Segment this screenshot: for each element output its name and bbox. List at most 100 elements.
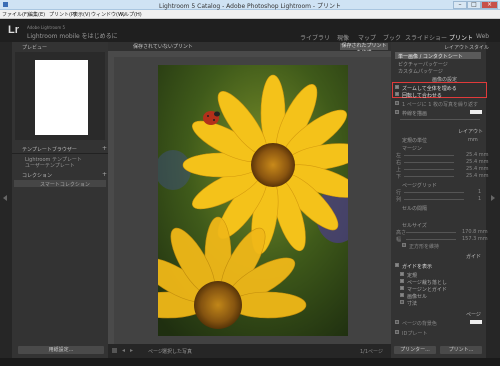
repeat-label: 1 ページに 1 枚の写真を繰り返す <box>402 102 479 108</box>
layout-header[interactable]: レイアウト <box>458 128 483 135</box>
guide-dimensions-checkbox[interactable] <box>400 300 404 304</box>
margin-top-value[interactable]: 25.4 mm <box>466 166 488 172</box>
cell-size-label: セルサイズ <box>402 223 427 229</box>
template-browser-header[interactable]: テンプレートブラウザー <box>22 146 77 153</box>
show-guides-checkbox[interactable] <box>395 263 399 267</box>
margin-right-value[interactable]: 25.4 mm <box>466 159 488 165</box>
keep-square-label: 正方形を維持 <box>409 244 440 250</box>
module-web[interactable]: Web <box>476 33 489 40</box>
repeat-checkbox[interactable] <box>395 101 399 105</box>
identity-plate-checkbox[interactable] <box>395 330 399 334</box>
stop-icon[interactable] <box>112 348 117 353</box>
print-button[interactable]: プリント... <box>440 346 482 354</box>
zoom-fill-label: ズームして全体を埋める <box>402 86 457 92</box>
identity-plate-label: IDプレート <box>402 331 428 337</box>
cell-height-slider[interactable] <box>406 232 456 233</box>
keep-square-checkbox[interactable] <box>402 243 406 247</box>
layout-style-custom-package[interactable]: カスタムパッケージ <box>398 68 443 75</box>
margin-left-value[interactable]: 25.4 mm <box>466 152 488 158</box>
minimize-icon[interactable]: – <box>453 1 467 9</box>
module-develop[interactable]: 現像 <box>337 33 349 42</box>
cell-spacing-label: セルの間隔 <box>402 206 428 212</box>
margin-bottom-value[interactable]: 25.4 mm <box>466 173 488 179</box>
user-templates-folder[interactable]: ユーザーテンプレート <box>25 162 75 169</box>
stroke-border-checkbox[interactable] <box>395 110 399 114</box>
create-saved-print-button[interactable]: 保存されたプリントを作成 <box>340 43 388 56</box>
page-bg-swatch[interactable] <box>470 320 482 324</box>
show-guides-label: ガイドを表示 <box>402 264 433 270</box>
collections-header[interactable]: コレクション <box>22 172 52 179</box>
toolbar-use-value[interactable]: 選択した写真 <box>162 348 192 355</box>
zoom-fill-checkbox[interactable] <box>395 85 399 89</box>
page-bg-checkbox[interactable] <box>395 320 399 324</box>
module-print[interactable]: プリント <box>449 33 473 42</box>
margin-left-slider[interactable] <box>404 155 454 156</box>
divider <box>12 153 108 154</box>
layout-style-picture-package[interactable]: ピクチャーパッケージ <box>398 61 448 68</box>
grid-cols-value[interactable]: 1 <box>478 196 481 202</box>
module-book[interactable]: ブック <box>383 33 401 42</box>
app-icon <box>3 2 8 7</box>
page-counter: 1/1ページ <box>360 349 383 355</box>
rotate-fit-checkbox[interactable] <box>395 92 399 96</box>
cell-width-slider[interactable] <box>406 239 456 240</box>
grid-rows-slider[interactable] <box>404 192 464 193</box>
margin-right-slider[interactable] <box>404 162 454 163</box>
next-page-icon[interactable]: ▸ <box>130 347 133 354</box>
margin-bottom-slider[interactable] <box>404 176 454 177</box>
guides-header[interactable]: ガイド <box>466 253 481 260</box>
guide-margins-checkbox[interactable] <box>400 286 404 290</box>
ruler-left <box>108 57 114 344</box>
margins-label: マージン <box>402 146 422 152</box>
collapse-left-icon[interactable] <box>3 195 7 201</box>
cell-height-value[interactable]: 170.8 mm <box>462 229 488 235</box>
cell-width-value[interactable]: 157.3 mm <box>462 236 488 242</box>
grid-rows-value[interactable]: 1 <box>478 189 481 195</box>
window-title: Lightroom 5 Catalog - Adobe Photoshop Li… <box>159 3 341 10</box>
stroke-color-swatch[interactable] <box>470 110 482 114</box>
menu-file[interactable]: ファイル(F) <box>2 11 29 18</box>
guide-cells-label: 画像セル <box>407 294 428 300</box>
page-bg-label: ページの背景色 <box>402 321 437 327</box>
margin-top-slider[interactable] <box>404 169 454 170</box>
identity-plate[interactable]: Lightroom mobile をはじめるに <box>27 31 118 40</box>
printer-button[interactable]: プリンター... <box>394 346 436 354</box>
menu-print[interactable]: プリント(P) <box>49 11 76 18</box>
ruler-top <box>108 51 391 57</box>
page-setup-button[interactable]: 用紙設定... <box>18 346 104 354</box>
menu-edit[interactable]: 編集(E) <box>28 11 45 18</box>
guide-dimensions-label: 寸法 <box>407 301 418 307</box>
window-titlebar: Lightroom 5 Catalog - Adobe Photoshop Li… <box>0 0 500 10</box>
module-map[interactable]: マップ <box>358 33 376 42</box>
preview-header[interactable]: プレビュー <box>22 44 47 51</box>
menu-view[interactable]: 表示(V) <box>73 11 90 18</box>
filmstrip-bar <box>0 358 500 366</box>
page-header[interactable]: ページ <box>466 311 481 318</box>
menu-help[interactable]: ヘルプ(H) <box>119 11 142 18</box>
flower-photo[interactable] <box>158 65 348 336</box>
first-page-icon[interactable]: ◂ <box>122 347 125 354</box>
module-slideshow[interactable]: スライドショー <box>405 33 447 42</box>
identity-small: Adobe Lightroom 5 <box>27 25 66 30</box>
guide-bleed-checkbox[interactable] <box>400 279 404 283</box>
guide-cells-checkbox[interactable] <box>400 293 404 297</box>
margin-left-label: 左 <box>396 153 402 159</box>
add-template-icon[interactable]: + <box>102 145 107 152</box>
add-collection-icon[interactable]: + <box>102 171 107 178</box>
layout-style-header[interactable]: レイアウトスタイル <box>444 44 489 51</box>
toolbar-label: ページ <box>148 349 163 355</box>
preview-page <box>35 60 88 135</box>
guide-rulers-checkbox[interactable] <box>400 272 404 276</box>
stroke-border-label: 枠線を描画 <box>402 111 428 117</box>
ruler-units-value[interactable]: mm <box>468 137 478 143</box>
close-icon[interactable]: × <box>481 1 498 9</box>
guide-rulers-label: 定規 <box>407 273 418 279</box>
maximize-icon[interactable]: □ <box>467 1 481 9</box>
grid-cols-slider[interactable] <box>404 199 464 200</box>
rotate-fit-label: 回転して合わせる <box>402 93 442 99</box>
guide-bleed-label: ページ裁ち落とし <box>407 280 447 286</box>
ruler-units-label: 定規の単位 <box>402 138 428 144</box>
module-library[interactable]: ライブラリ <box>300 33 330 42</box>
collapse-right-icon[interactable] <box>491 195 495 201</box>
stroke-width-slider[interactable] <box>400 119 480 120</box>
